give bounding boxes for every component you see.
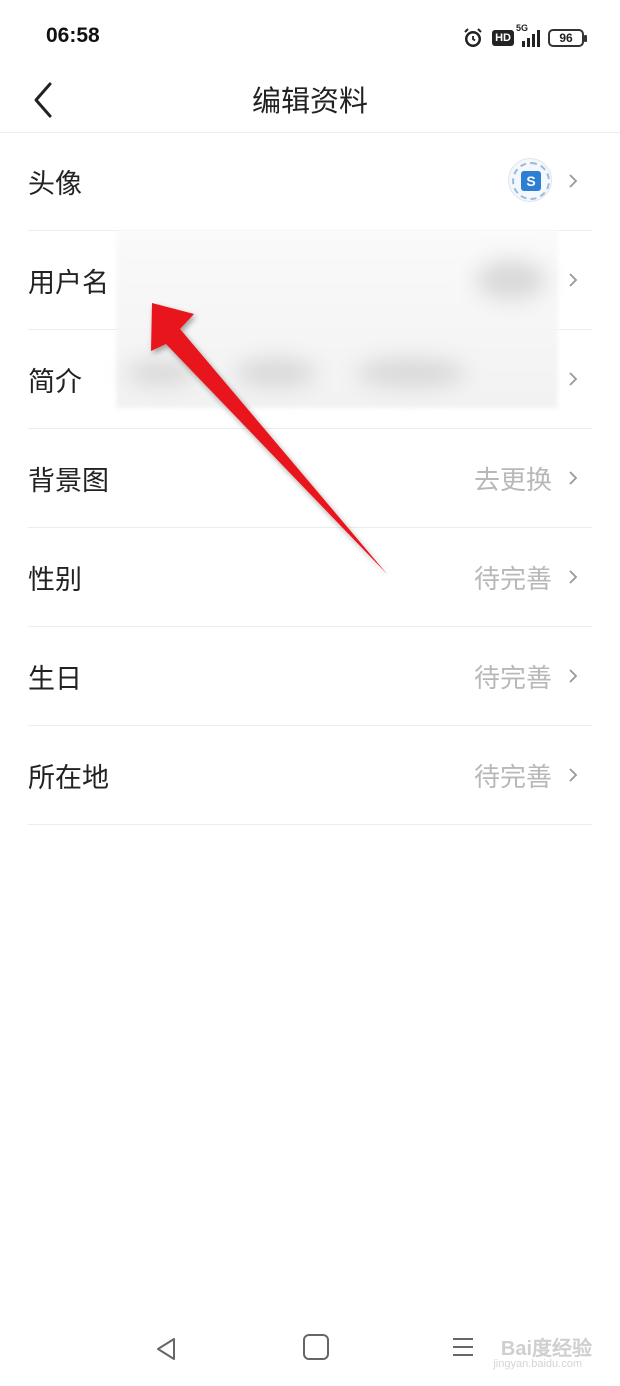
row-value: 去更换 [473,466,552,496]
hd-badge: HD [492,30,514,46]
chevron-right-icon [569,669,578,683]
header-bar: 编辑资料 [0,66,620,133]
row-label: 背景图 [28,466,109,497]
redaction-blur [116,230,558,408]
status-time: 06:58 [46,24,100,47]
alarm-icon [464,28,482,47]
chevron-right-icon [569,273,578,287]
row-background[interactable]: 背景图 去更换 [28,429,592,528]
status-bar: 06:58 HD 5G 96 [0,0,620,66]
row-label: 简介 [28,367,82,398]
row-value: 待完善 [473,763,552,793]
page-title: 编辑资料 [251,84,368,118]
row-label: 用户名 [28,268,109,299]
chevron-right-icon [569,174,578,188]
system-nav-bar: Bai度经验 jingyan.baidu.com [0,1310,620,1386]
network-type: 5G [516,23,529,33]
row-label: 所在地 [28,763,109,794]
baidu-watermark-url: jingyan.baidu.com [493,1358,582,1370]
row-value: 待完善 [473,565,552,595]
row-location[interactable]: 所在地 待完善 [28,726,592,825]
row-label: 性别 [28,565,82,596]
row-avatar[interactable]: 头像 [28,132,592,231]
chevron-right-icon [569,570,578,584]
row-label: 生日 [28,664,82,695]
avatar [508,158,552,202]
row-birthday[interactable]: 生日 待完善 [28,627,592,726]
chevron-right-icon [569,471,578,485]
row-gender[interactable]: 性别 待完善 [28,528,592,627]
baidu-watermark: Bai度经验 [500,1338,592,1360]
nav-back-icon[interactable] [152,1334,182,1364]
chevron-right-icon [569,372,578,386]
battery-level: 96 [559,31,573,45]
chevron-right-icon [569,768,578,782]
nav-home-icon[interactable] [303,1334,329,1360]
battery-icon: 96 [548,29,587,47]
row-value: 待完善 [473,664,552,694]
signal-icon: 5G [516,23,540,47]
nav-menu-icon[interactable] [452,1336,474,1358]
status-icons: HD 5G 96 [462,23,587,52]
row-label: 头像 [28,169,82,200]
